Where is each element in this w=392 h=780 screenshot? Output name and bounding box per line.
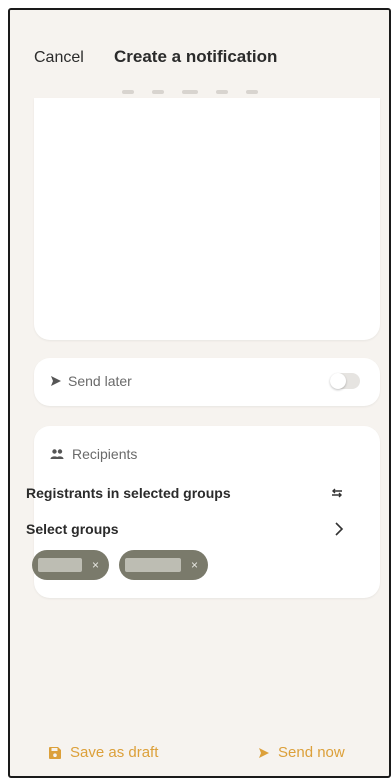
selected-groups: × ×	[32, 550, 209, 580]
group-chip[interactable]: ×	[119, 550, 209, 580]
message-editor[interactable]	[34, 98, 380, 340]
send-later-label: Send later	[68, 373, 132, 389]
send-icon	[51, 376, 61, 386]
send-later-card: Send later	[34, 358, 380, 406]
group-chip-name-redacted	[38, 558, 82, 572]
page-title: Create a notification	[114, 47, 278, 66]
toolbar-ghost-item	[122, 90, 134, 94]
save-icon	[49, 746, 61, 759]
recipient-target-label: Registrants in selected groups	[26, 485, 231, 501]
toolbar-ghost-item	[182, 90, 198, 94]
send-icon	[259, 747, 269, 758]
chevron-right-icon	[335, 522, 344, 536]
app-frame: Cancel Create a notification Send later	[8, 8, 391, 778]
remove-chip-icon[interactable]: ×	[191, 558, 198, 572]
save-draft-label: Save as draft	[70, 744, 159, 761]
people-icon	[50, 449, 64, 459]
send-now-label: Send now	[278, 744, 345, 761]
group-chip-name-redacted	[125, 558, 182, 572]
send-now-button[interactable]: Send now	[258, 744, 345, 761]
recipients-header: Recipients	[50, 446, 137, 462]
header: Cancel Create a notification	[10, 10, 389, 98]
footer-actions: Save as draft Send now	[10, 728, 389, 768]
toolbar-ghost-item	[152, 90, 164, 94]
cancel-button[interactable]: Cancel	[34, 49, 84, 67]
save-draft-button[interactable]: Save as draft	[48, 744, 158, 761]
toggle-knob	[330, 373, 346, 389]
group-chip[interactable]: ×	[32, 550, 110, 580]
toolbar-ghost-item	[246, 90, 258, 94]
swap-arrows-icon[interactable]	[330, 487, 344, 499]
select-groups-label: Select groups	[26, 521, 119, 537]
select-groups-row[interactable]: Select groups	[26, 518, 344, 540]
remove-chip-icon[interactable]: ×	[92, 558, 99, 572]
toolbar-ghost-item	[216, 90, 228, 94]
recipient-target-row[interactable]: Registrants in selected groups	[26, 482, 344, 504]
recipients-label: Recipients	[72, 446, 138, 462]
editor-toolbar-ghost	[122, 90, 302, 96]
send-later-toggle[interactable]	[330, 373, 360, 389]
